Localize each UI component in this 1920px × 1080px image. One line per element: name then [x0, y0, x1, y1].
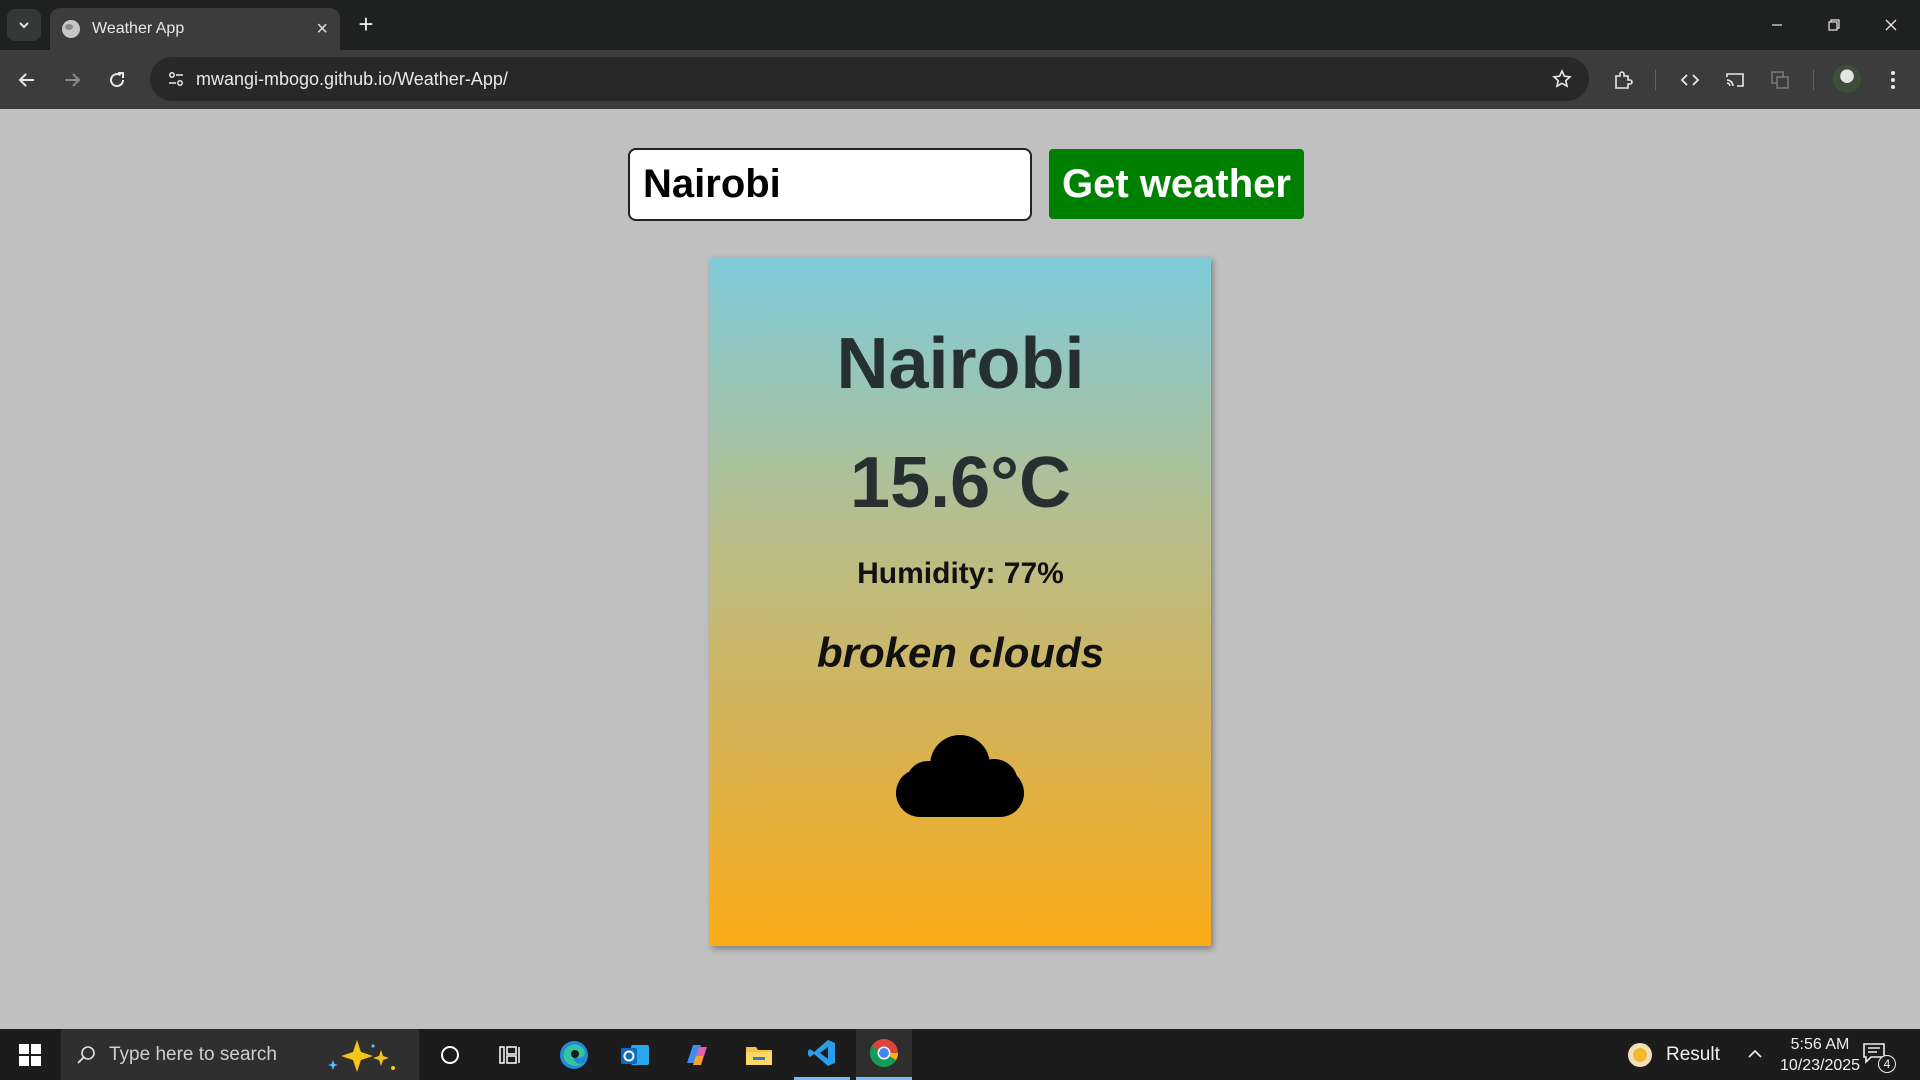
- system-clock[interactable]: 5:56 AM 10/23/2025: [1772, 1034, 1868, 1076]
- restore-button[interactable]: [1814, 10, 1854, 40]
- browser-toolbar: mwangi-mbogo.github.io/Weather-App/: [0, 50, 1920, 109]
- taskbar-copilot[interactable]: [669, 1029, 725, 1080]
- reload-button[interactable]: [101, 64, 133, 96]
- minimize-button[interactable]: [1757, 10, 1797, 40]
- tray-weather-label: Result: [1666, 1044, 1720, 1065]
- sun-icon: [1628, 1043, 1652, 1067]
- get-weather-button[interactable]: Get weather: [1049, 149, 1304, 219]
- close-window-button[interactable]: [1871, 10, 1911, 40]
- taskbar-file-explorer[interactable]: [731, 1029, 787, 1080]
- menu-kebab-icon[interactable]: [1877, 64, 1909, 96]
- folder-icon: [746, 1046, 772, 1065]
- notification-count-badge: 4: [1878, 1055, 1896, 1073]
- chevron-up-icon[interactable]: [1744, 1043, 1766, 1065]
- translate-icon[interactable]: [1764, 64, 1796, 96]
- task-view-icon: [499, 1045, 520, 1064]
- copilot-sparkle-icon: [327, 1039, 395, 1072]
- arrow-left-icon: [18, 73, 34, 87]
- temperature: 15.6°C: [850, 443, 1071, 523]
- new-tab-button[interactable]: +: [352, 11, 380, 39]
- search-icon: [77, 1045, 95, 1064]
- city-search-input[interactable]: [628, 148, 1032, 221]
- address-bar[interactable]: mwangi-mbogo.github.io/Weather-App/: [150, 57, 1589, 101]
- start-button[interactable]: [0, 1029, 60, 1080]
- code-icon[interactable]: [1674, 64, 1706, 96]
- minimize-icon: [1772, 24, 1782, 26]
- arrow-right-icon: [65, 73, 81, 87]
- weather-description: broken clouds: [816, 629, 1105, 676]
- weather-card: Nairobi 15.6°C Humidity: 77% broken clou…: [710, 257, 1211, 946]
- close-tab-icon[interactable]: ×: [316, 19, 328, 39]
- chevron-down-icon: [19, 22, 29, 29]
- clock-date: 10/23/2025: [1779, 1057, 1861, 1074]
- tab-search-button[interactable]: [7, 9, 41, 41]
- edge-icon: [560, 1040, 588, 1069]
- outlook-icon: [621, 1044, 649, 1065]
- close-icon: [1885, 19, 1897, 31]
- restore-icon: [1828, 19, 1840, 31]
- copilot-icon: [687, 1044, 707, 1065]
- chrome-icon: [870, 1039, 898, 1067]
- url-text[interactable]: mwangi-mbogo.github.io/Weather-App/: [196, 69, 508, 90]
- forward-button[interactable]: [56, 64, 88, 96]
- cloud-icon: [896, 735, 1024, 817]
- back-button[interactable]: [11, 64, 43, 96]
- taskbar-chrome[interactable]: [856, 1029, 912, 1080]
- circle-icon: [441, 1045, 459, 1064]
- cortana-button[interactable]: [422, 1029, 478, 1080]
- tray-weather-widget[interactable]: Result: [1626, 1041, 1720, 1069]
- vscode-icon: [808, 1040, 835, 1066]
- globe-icon: [62, 20, 80, 38]
- taskbar-search[interactable]: Type here to search: [61, 1029, 419, 1080]
- extensions-icon[interactable]: [1607, 64, 1639, 96]
- cast-icon[interactable]: [1719, 64, 1751, 96]
- task-view-button[interactable]: [482, 1029, 538, 1080]
- reload-icon: [110, 72, 125, 88]
- taskbar-vscode[interactable]: [794, 1029, 850, 1080]
- tab-title: Weather App: [92, 20, 185, 37]
- toolbar-divider: [1655, 70, 1656, 90]
- profile-avatar[interactable]: [1833, 65, 1861, 93]
- windows-taskbar: Type here to search Result 5:56 AM 10/23…: [0, 1029, 1920, 1080]
- clock-time: 5:56 AM: [1790, 1036, 1850, 1053]
- browser-titlebar: Weather App × +: [0, 0, 1920, 50]
- city-name: Nairobi: [836, 324, 1085, 404]
- search-placeholder: Type here to search: [109, 1043, 277, 1065]
- taskbar-edge[interactable]: [546, 1029, 602, 1080]
- notification-center-button[interactable]: 4: [1862, 1041, 1896, 1073]
- site-info-icon[interactable]: [162, 65, 190, 93]
- taskbar-outlook[interactable]: [607, 1029, 663, 1080]
- humidity: Humidity: 77%: [857, 557, 1064, 590]
- browser-tab[interactable]: Weather App ×: [50, 8, 340, 50]
- windows-logo-icon: [19, 1043, 41, 1066]
- bookmark-star-icon[interactable]: [1549, 66, 1575, 92]
- toolbar-divider: [1813, 70, 1814, 90]
